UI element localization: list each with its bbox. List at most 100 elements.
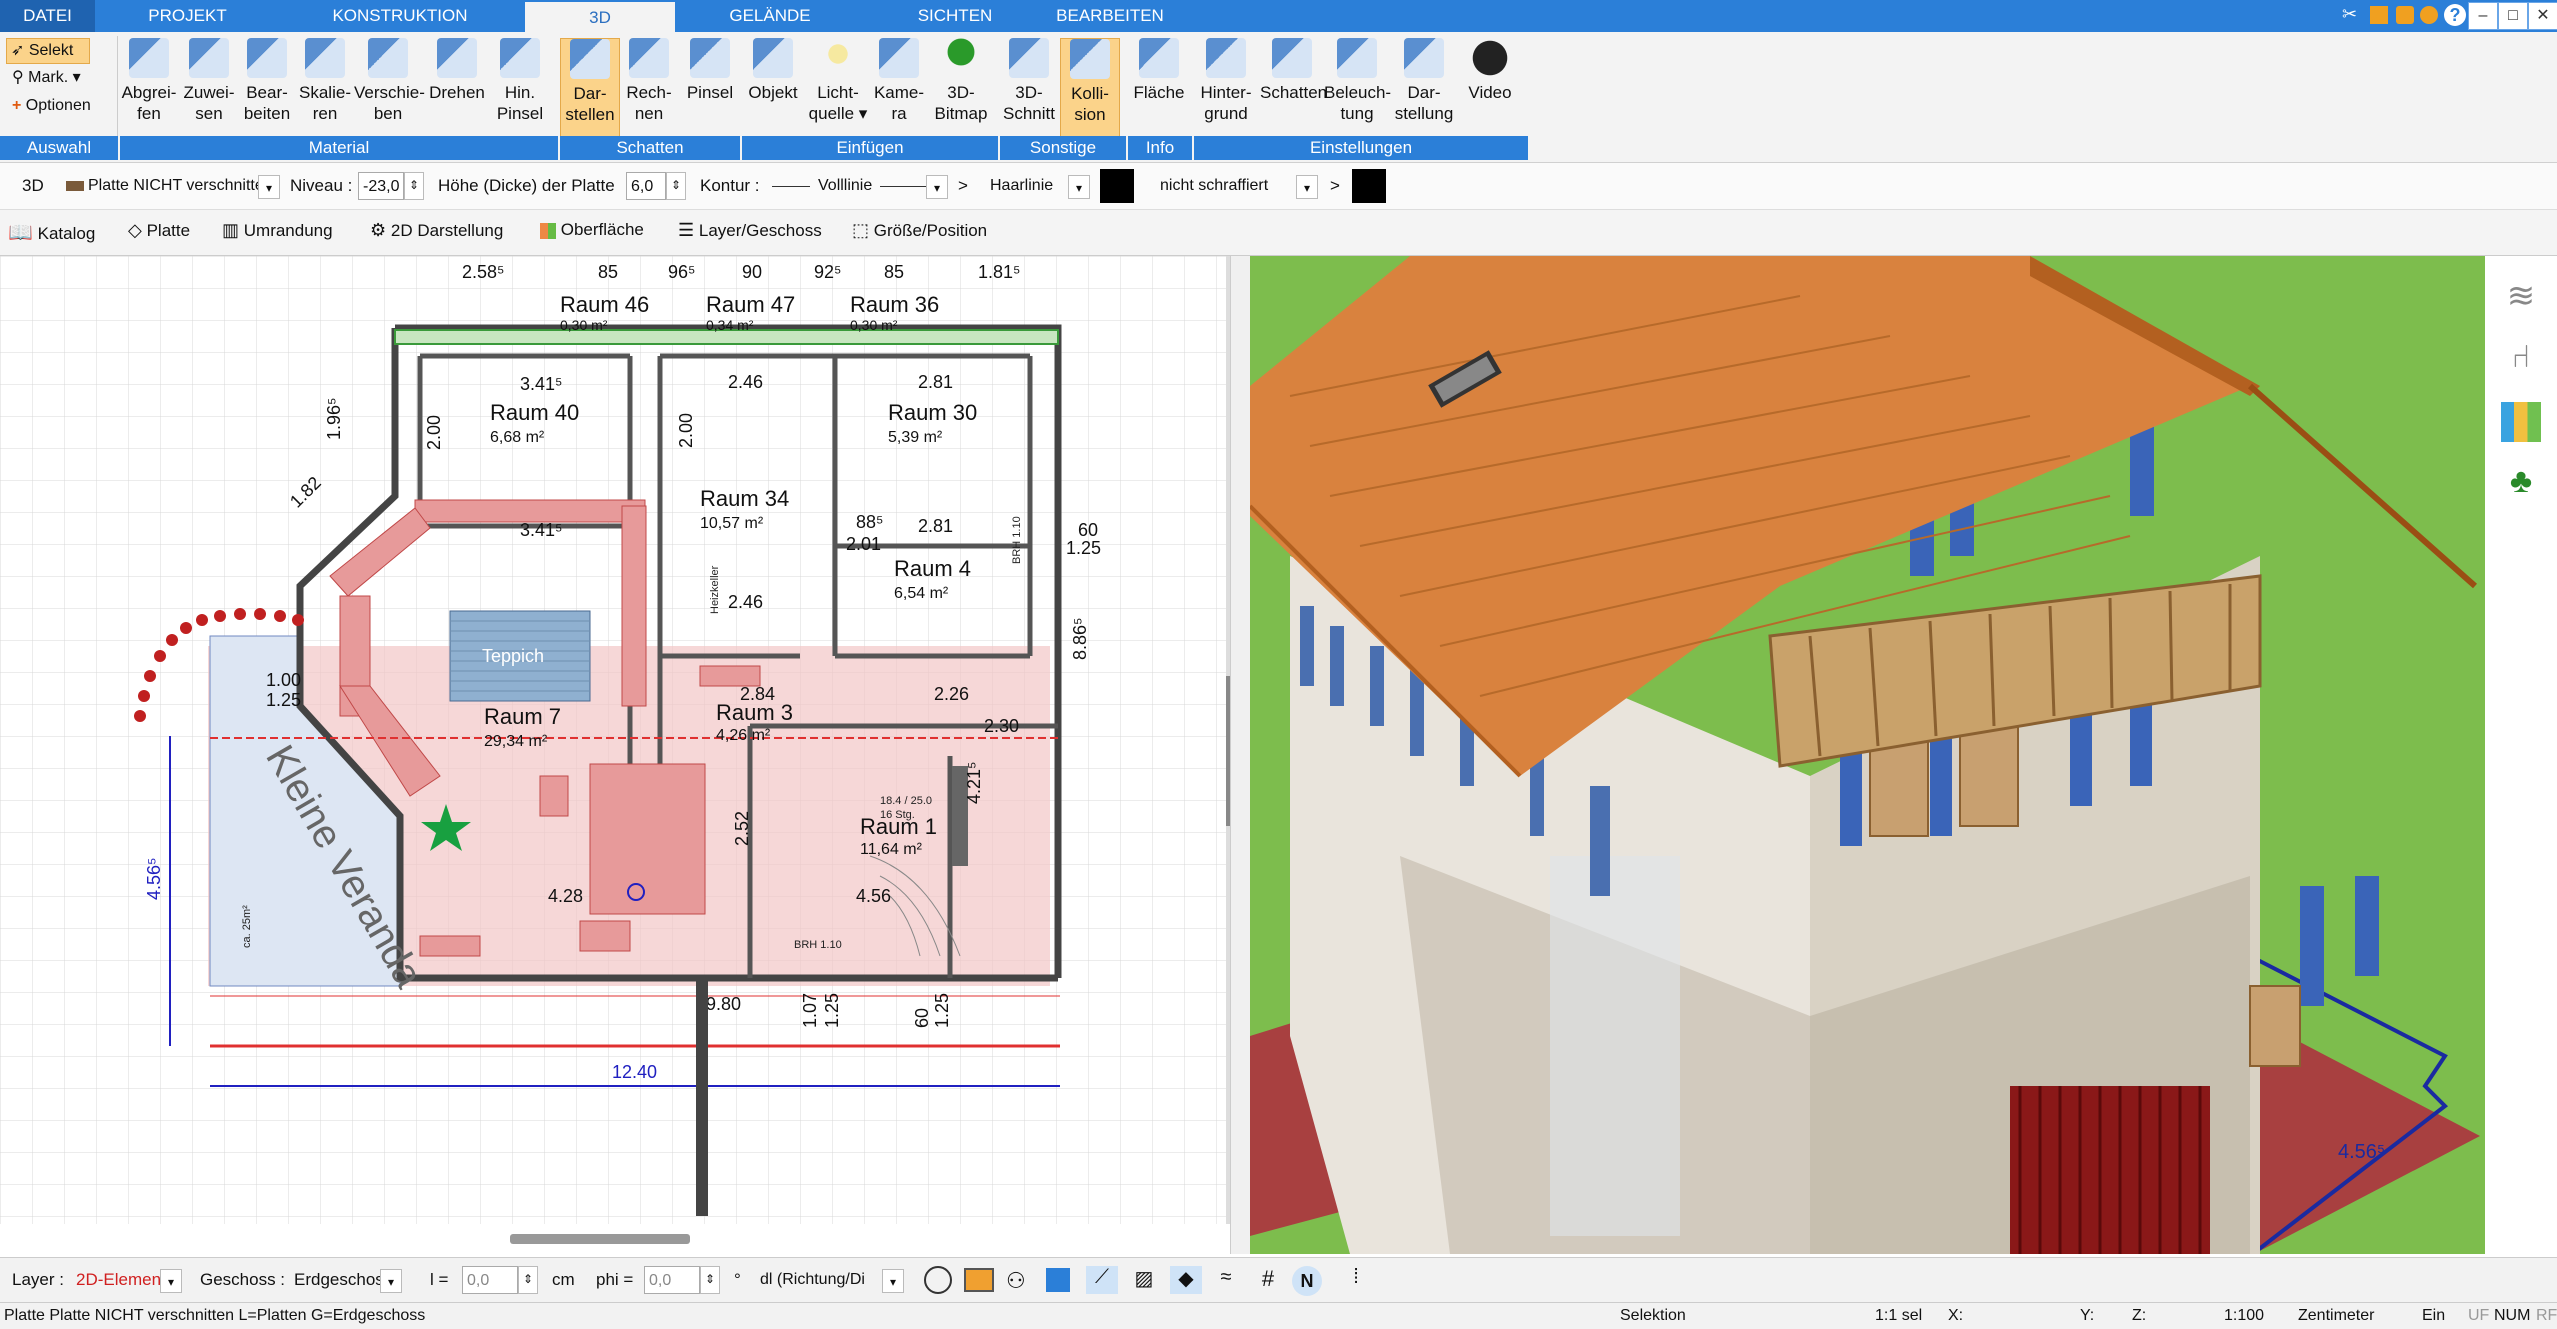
line-more-button[interactable]: > xyxy=(958,174,968,198)
linetype-select[interactable]: Volllinie xyxy=(818,174,872,198)
groesse-position-button[interactable]: ⬚ Größe/Position xyxy=(852,220,1012,246)
layers-icon[interactable]: ≋ xyxy=(2499,276,2543,320)
hatch-select[interactable]: nicht schraffiert xyxy=(1160,174,1268,198)
layer-geschoss-button[interactable]: ☰ Layer/Geschoss xyxy=(678,220,838,246)
ribbon-button-0[interactable]: Abgrei-fen xyxy=(120,38,178,138)
geschoss-dropdown[interactable]: ▾ xyxy=(380,1269,402,1293)
plate-mode-icon[interactable]: ⟋ xyxy=(1086,1266,1118,1294)
optionen-button[interactable]: + Optionen xyxy=(8,94,122,118)
tree-icon[interactable]: ♣ xyxy=(2499,462,2543,506)
phi-spinner[interactable]: ⇕ xyxy=(700,1266,720,1294)
phi-input[interactable]: 0,0 xyxy=(644,1266,700,1294)
tab-datei[interactable]: DATEI xyxy=(0,0,95,32)
grid-icon[interactable]: # xyxy=(1252,1266,1284,1294)
floor-plan-view[interactable]: Teppich 2.58⁵ 85 96⁵ 90 92⁵ 85 1.81⁵ 3.4… xyxy=(0,256,1230,1224)
katalog-button[interactable]: 📖 Katalog xyxy=(8,220,128,246)
clock-icon[interactable] xyxy=(924,1266,952,1294)
mark-button[interactable]: ⚲ Mark. ▾ xyxy=(8,66,112,90)
linetype-dropdown[interactable]: ▾ xyxy=(926,175,948,199)
niveau-input[interactable]: -23,0 xyxy=(358,172,404,200)
surface-mode-icon[interactable]: ◆ xyxy=(1170,1266,1202,1294)
dim-23: 8.86⁵ xyxy=(1070,618,1090,661)
maximize-button[interactable]: □ xyxy=(2498,2,2528,30)
settings-icon[interactable] xyxy=(2420,6,2438,24)
ribbon-button-20[interactable]: Dar-stellung xyxy=(1392,38,1456,138)
ribbon-button-8[interactable]: Rech-nen xyxy=(620,38,678,138)
ribbon-button-1[interactable]: Zuwei-sen xyxy=(180,38,238,138)
haarlinie-select[interactable]: Haarlinie xyxy=(990,174,1053,198)
ribbon-button-9[interactable]: Pinsel xyxy=(680,38,740,138)
platte-select[interactable]: Platte NICHT verschnitten xyxy=(88,174,273,198)
geschoss-select[interactable]: Erdgeschos xyxy=(294,1268,384,1292)
hoehe-spinner[interactable]: ⇕ xyxy=(666,172,686,200)
tools-icon[interactable]: ✂ xyxy=(2342,4,2362,26)
selekt-button[interactable]: ➶ Selekt xyxy=(6,38,90,64)
north-icon[interactable]: N xyxy=(1292,1266,1322,1296)
ribbon-button-5[interactable]: Drehen xyxy=(426,38,488,138)
3d-view[interactable]: 4.56⁵ xyxy=(1250,256,2485,1254)
haarlinie-dropdown[interactable]: ▾ xyxy=(1068,175,1090,199)
ribbon-button-7[interactable]: Dar-stellen xyxy=(560,38,620,140)
ribbon-button-17[interactable]: Hinter-grund xyxy=(1194,38,1258,138)
ribbon-button-2[interactable]: Bear-beiten xyxy=(238,38,296,138)
folder-icon[interactable] xyxy=(2396,6,2414,24)
figures-icon[interactable]: ⚇ xyxy=(1006,1268,1034,1293)
more-icon[interactable]: ⁞ xyxy=(1346,1266,1366,1294)
hatch-mode-icon[interactable]: ▨ xyxy=(1128,1266,1160,1294)
room-name-46: Raum 46 xyxy=(560,292,649,317)
bookmark-icon[interactable] xyxy=(2370,6,2388,24)
platte-dropdown[interactable]: ▾ xyxy=(258,175,280,199)
richtung-select[interactable]: dl (Richtung/Di xyxy=(760,1268,865,1292)
ribbon-button-21[interactable]: Video xyxy=(1460,38,1520,138)
ribbon-button-18[interactable]: Schatten xyxy=(1260,38,1327,138)
line-color-swatch[interactable] xyxy=(1100,169,1134,203)
chair-icon[interactable]: ⑁ xyxy=(2499,338,2543,382)
tab-gelaende[interactable]: GELÄNDE xyxy=(700,0,840,32)
hoehe-input[interactable]: 6,0 xyxy=(626,172,666,200)
ribbon-button-19[interactable]: Beleuch-tung xyxy=(1324,38,1391,138)
ribbon-button-15[interactable]: Kolli-sion xyxy=(1060,38,1120,140)
length-spinner[interactable]: ⇕ xyxy=(518,1266,538,1294)
cursor-icon: ➶ xyxy=(11,42,25,59)
ribbon-button-4[interactable]: Verschie-ben xyxy=(354,38,425,138)
ribbon-button-14[interactable]: 3D- Schnitt xyxy=(1000,38,1058,138)
terrain-icon[interactable]: ≈ xyxy=(1210,1266,1242,1294)
tab-bearbeiten[interactable]: BEARBEITEN xyxy=(1045,0,1175,32)
screen-icon[interactable] xyxy=(964,1268,994,1292)
ribbon-button-11[interactable]: Licht-quelle ▾ xyxy=(808,38,868,138)
ribbon-button-12[interactable]: Kame-ra xyxy=(870,38,928,138)
richtung-dropdown[interactable]: ▾ xyxy=(882,1269,904,1293)
mode-label: 3D xyxy=(22,176,44,195)
tab-3d[interactable]: 3D xyxy=(525,0,675,34)
floor-plan-canvas[interactable]: Teppich 2.58⁵ 85 96⁵ 90 92⁵ 85 1.81⁵ 3.4… xyxy=(0,256,1230,1224)
umrandung-button[interactable]: ▥ Umrandung xyxy=(222,220,362,246)
ribbon-button-6[interactable]: Hin. Pinsel xyxy=(490,38,550,138)
darstellung2d-button[interactable]: ⚙ 2D Darstellung xyxy=(370,220,530,246)
object-icon[interactable] xyxy=(1046,1268,1070,1292)
dim-top-1: 2.58⁵ xyxy=(462,262,505,282)
hatch-dropdown[interactable]: ▾ xyxy=(1296,175,1318,199)
close-button[interactable]: ✕ xyxy=(2528,2,2557,30)
3d-render-canvas[interactable]: 4.56⁵ xyxy=(1250,256,2485,1254)
ribbon-button-10[interactable]: Objekt xyxy=(742,38,804,138)
ribbon-button-13[interactable]: 3D- Bitmap xyxy=(930,38,992,138)
hatch-more-button[interactable]: > xyxy=(1330,174,1340,198)
oberflaeche-button[interactable]: Oberfläche xyxy=(540,220,670,246)
niveau-spinner[interactable]: ⇕ xyxy=(404,172,424,200)
ribbon-button-3[interactable]: Skalie-ren xyxy=(296,38,354,138)
plan-horizontal-scrollbar[interactable] xyxy=(510,1234,690,1244)
split-divider[interactable] xyxy=(1230,256,1251,1254)
minimize-button[interactable]: – xyxy=(2468,2,2498,30)
platte-button[interactable]: ◇ Platte xyxy=(128,220,208,246)
tab-projekt[interactable]: PROJEKT xyxy=(120,0,255,32)
palette-icon[interactable] xyxy=(2501,402,2541,442)
assign-icon xyxy=(189,38,229,78)
fill-color-swatch[interactable] xyxy=(1352,169,1386,203)
tab-sichten[interactable]: SICHTEN xyxy=(885,0,1025,32)
layer-select[interactable]: 2D-Elemen xyxy=(76,1268,161,1292)
length-input[interactable]: 0,0 xyxy=(462,1266,518,1294)
ribbon-button-16[interactable]: Fläche xyxy=(1128,38,1190,138)
layer-dropdown[interactable]: ▾ xyxy=(160,1269,182,1293)
tab-konstruktion[interactable]: KONSTRUKTION xyxy=(310,0,490,32)
help-icon[interactable]: ? xyxy=(2444,4,2466,26)
